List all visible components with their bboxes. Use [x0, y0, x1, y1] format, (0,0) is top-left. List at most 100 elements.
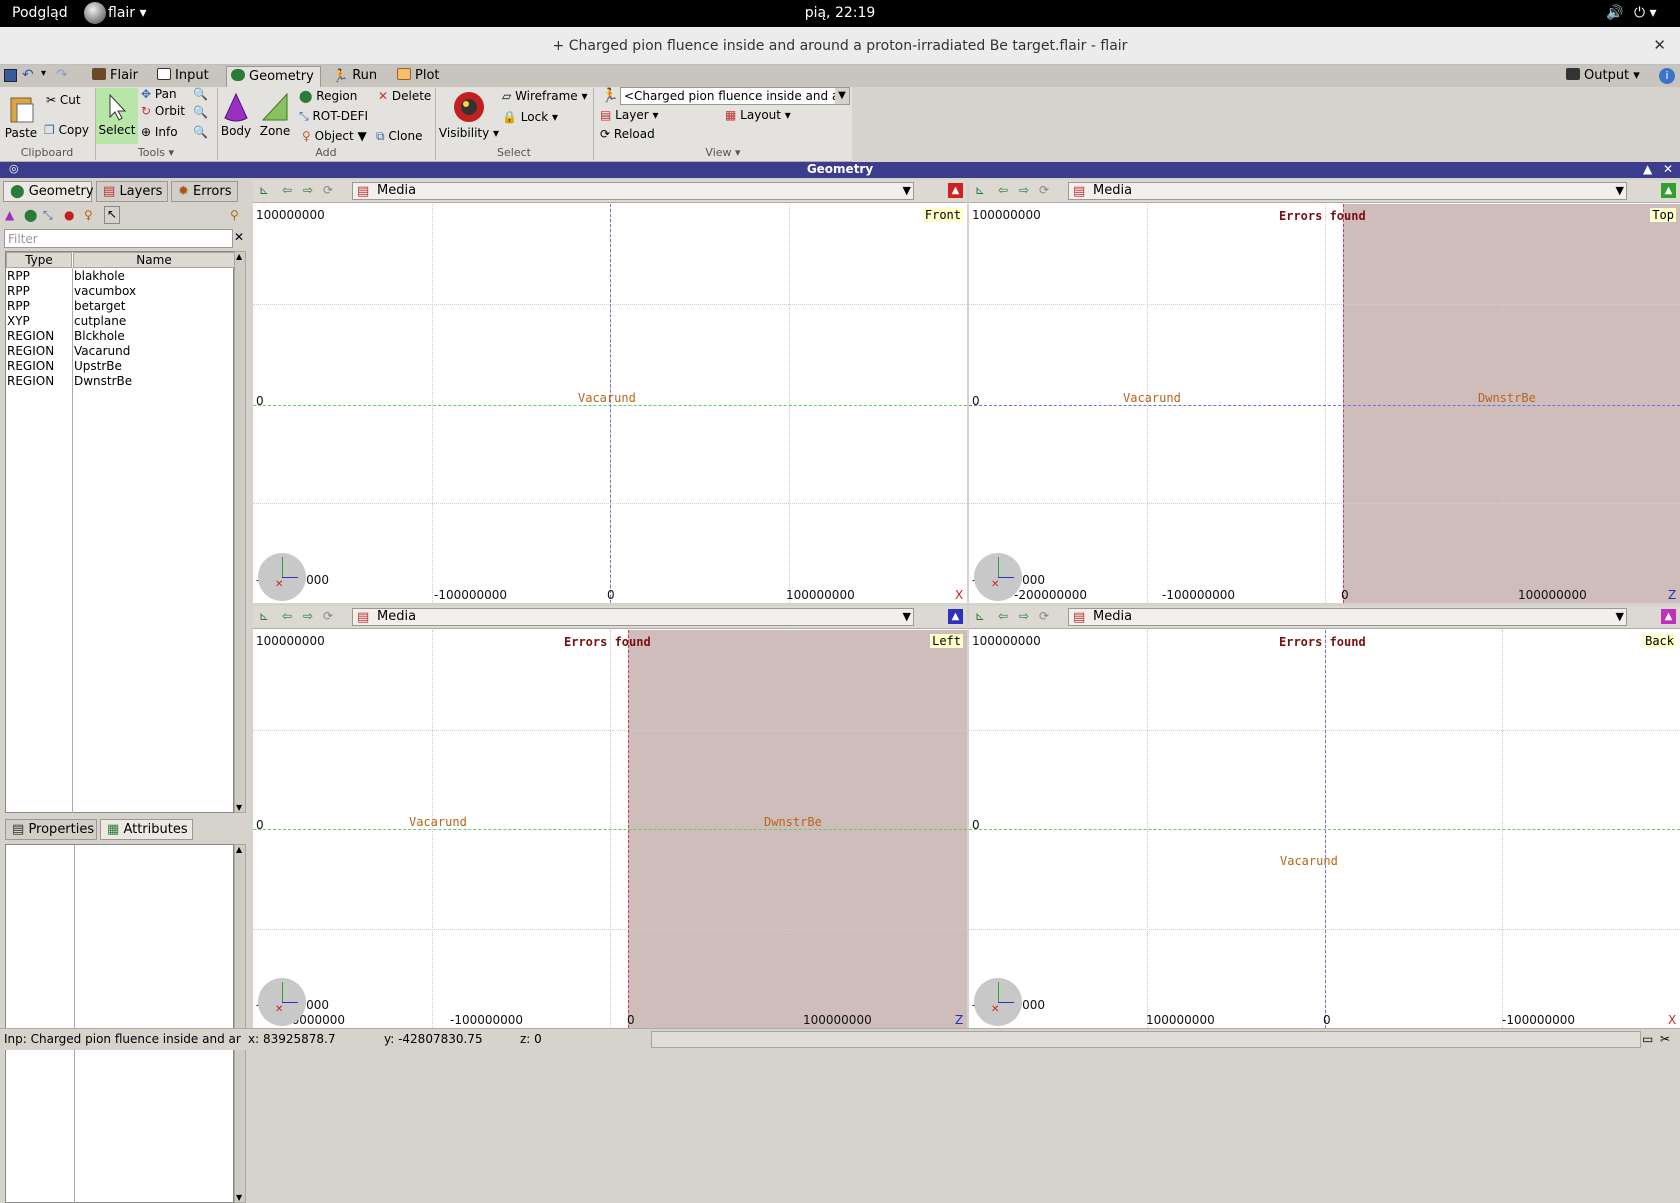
cut-button[interactable]: ✂ Cut — [46, 93, 81, 107]
zoom-in-icon[interactable]: 🔍 — [193, 87, 208, 101]
region-button[interactable]: ⬤ Region — [299, 89, 357, 103]
filter-clear-icon[interactable]: ✕ — [234, 230, 244, 244]
axes-icon[interactable]: ⊾ — [259, 183, 269, 197]
terminal-icon[interactable]: ▭ — [1642, 1032, 1653, 1046]
forward-icon[interactable]: ⇨ — [1019, 609, 1029, 623]
tab-attributes[interactable]: ▦ Attributes — [100, 819, 193, 840]
tools-icon[interactable]: ✂ — [1660, 1032, 1670, 1046]
zone-button[interactable]: Zone — [258, 92, 292, 138]
table-row[interactable]: RPP blakhole — [6, 269, 235, 284]
orientation-gizmo[interactable]: ✕ — [974, 978, 1022, 1026]
pan-button[interactable]: ✥ Pan — [141, 87, 177, 101]
run-view-icon[interactable]: 🏃 — [601, 88, 618, 104]
help-icon[interactable]: i — [1659, 68, 1675, 84]
viewport-canvas[interactable]: 1000000000-100000000-1000000000100000000… — [253, 204, 967, 603]
rot-defi-button[interactable]: ⤡ ROT-DEFI — [299, 109, 368, 124]
layer-select[interactable]: ▤ Media ▼ — [352, 182, 914, 200]
paste-button[interactable]: Paste — [4, 94, 38, 140]
clear-icon[interactable]: ⚲ — [230, 208, 239, 222]
maximize-icon[interactable]: ▲ — [1643, 162, 1652, 176]
orientation-gizmo[interactable]: ✕ — [974, 553, 1022, 601]
filter-objects-icon[interactable]: ♀ — [84, 208, 93, 222]
copy-button[interactable]: ❐ Copy — [44, 123, 89, 137]
layout-button[interactable]: ▦ Layout ▾ — [725, 108, 791, 122]
tab-plot[interactable]: Plot — [393, 66, 446, 87]
tools-group-label[interactable]: Tools ▾ — [96, 146, 216, 159]
window-close-icon[interactable]: ✕ — [1653, 36, 1666, 54]
tab-geometry[interactable]: Geometry — [226, 66, 321, 87]
forward-icon[interactable]: ⇨ — [1019, 183, 1029, 197]
tab-flair[interactable]: Flair — [88, 66, 144, 87]
power-icon[interactable]: ⏻ ▾ — [1634, 5, 1657, 21]
input-title-combo[interactable]: <Charged pion fluence inside and arc ▼ — [620, 87, 850, 105]
axes-icon[interactable]: ⊾ — [975, 183, 985, 197]
view-group-label[interactable]: View ▾ — [594, 146, 852, 159]
back-icon[interactable]: ⇦ — [282, 609, 292, 623]
table-row[interactable]: RPP vacumbox — [6, 284, 235, 299]
filter-select-icon[interactable]: ↖ — [104, 206, 120, 224]
table-scrollbar[interactable]: ▲ ▼ — [234, 251, 246, 813]
viewport-side-icon[interactable]: ▲ — [948, 609, 963, 624]
volume-icon[interactable]: 🔊 — [1606, 5, 1623, 21]
filter-transforms-icon[interactable]: ⤡ — [43, 208, 53, 223]
tab-properties[interactable]: ▤ Properties — [5, 819, 97, 840]
undo-dropdown-icon[interactable]: ▾ — [41, 68, 46, 79]
zoom-fit-icon[interactable]: 🔍 — [193, 125, 208, 139]
refresh-icon[interactable]: ⟳ — [1039, 609, 1049, 623]
viewport-side-icon[interactable]: ▲ — [948, 183, 963, 198]
clock[interactable]: pią, 22:19 — [0, 5, 1680, 21]
panel-close-icon[interactable]: ✕ — [1663, 162, 1673, 176]
output-button[interactable]: Output ▾ — [1562, 66, 1646, 87]
table-row[interactable]: REGION Blckhole — [6, 329, 235, 344]
zoom-out-icon[interactable]: 🔍 — [193, 105, 208, 119]
viewport-side-icon[interactable]: ▲ — [1661, 183, 1676, 198]
layer-select[interactable]: ▤ Media ▼ — [352, 608, 914, 626]
filter-input[interactable]: Filter — [4, 229, 233, 248]
body-button[interactable]: Body — [220, 92, 252, 138]
table-row[interactable]: RPP betarget — [6, 299, 235, 314]
undo-icon[interactable]: ↶ — [22, 67, 34, 83]
column-header-name[interactable]: Name — [73, 252, 235, 268]
tab-input[interactable]: Input — [153, 66, 215, 87]
viewport-side-icon[interactable]: ▲ — [1661, 609, 1676, 624]
reload-button[interactable]: ⟳ Reload — [600, 127, 655, 141]
refresh-icon[interactable]: ⟳ — [323, 609, 333, 623]
object-button[interactable]: ♀ Object ▼ — [302, 129, 367, 143]
save-icon[interactable] — [4, 69, 17, 82]
back-icon[interactable]: ⇦ — [998, 183, 1008, 197]
back-icon[interactable]: ⇦ — [282, 183, 292, 197]
viewport-canvas[interactable]: 1000000000-100000000-200000000-100000000… — [969, 204, 1680, 603]
layer-select[interactable]: ▤ Media ▼ — [1068, 182, 1627, 200]
lock-button[interactable]: 🔒 Lock ▾ — [502, 110, 558, 124]
filter-bodies-icon[interactable]: ▲ — [5, 208, 14, 222]
orbit-button[interactable]: ↻ Orbit — [141, 104, 185, 118]
refresh-icon[interactable]: ⟳ — [1039, 183, 1049, 197]
column-header-type[interactable]: Type — [6, 252, 72, 268]
wireframe-button[interactable]: ▱ Wireframe ▾ — [502, 89, 587, 103]
forward-icon[interactable]: ⇨ — [303, 609, 313, 623]
redo-icon[interactable]: ↷ — [56, 67, 68, 83]
refresh-icon[interactable]: ⟳ — [323, 183, 333, 197]
table-row[interactable]: REGION Vacarund — [6, 344, 235, 359]
select-tool-button[interactable]: Select — [96, 88, 138, 144]
forward-icon[interactable]: ⇨ — [303, 183, 313, 197]
orientation-gizmo[interactable]: ✕ — [258, 978, 306, 1026]
axes-icon[interactable]: ⊾ — [975, 609, 985, 623]
info-button[interactable]: ⊕ Info — [141, 125, 178, 139]
visibility-button[interactable]: Visibility ▾ — [438, 90, 500, 140]
tab-geometry-list[interactable]: ⬤ Geometry — [3, 181, 94, 202]
layer-select[interactable]: ▤ Media ▼ — [1068, 608, 1627, 626]
filter-materials-icon[interactable]: ● — [64, 208, 74, 222]
clone-button[interactable]: ⧉ Clone — [376, 129, 422, 144]
viewport-canvas[interactable]: 1000000000-1000000001000000000-100000000… — [969, 630, 1680, 1028]
tab-errors[interactable]: ✹ Errors — [171, 181, 238, 202]
back-icon[interactable]: ⇦ — [998, 609, 1008, 623]
axes-icon[interactable]: ⊾ — [259, 609, 269, 623]
attributes-scrollbar[interactable]: ▲ ▼ — [234, 844, 246, 1203]
delete-button[interactable]: ✕ Delete — [378, 89, 431, 103]
layer-button[interactable]: ▤ Layer ▾ — [600, 108, 658, 122]
orientation-gizmo[interactable]: ✕ — [258, 553, 306, 601]
viewport-canvas[interactable]: 1000000000-100000000-200000000-100000000… — [253, 630, 967, 1028]
filter-regions-icon[interactable]: ⬤ — [24, 208, 37, 222]
table-row[interactable]: XYP cutplane — [6, 314, 235, 329]
